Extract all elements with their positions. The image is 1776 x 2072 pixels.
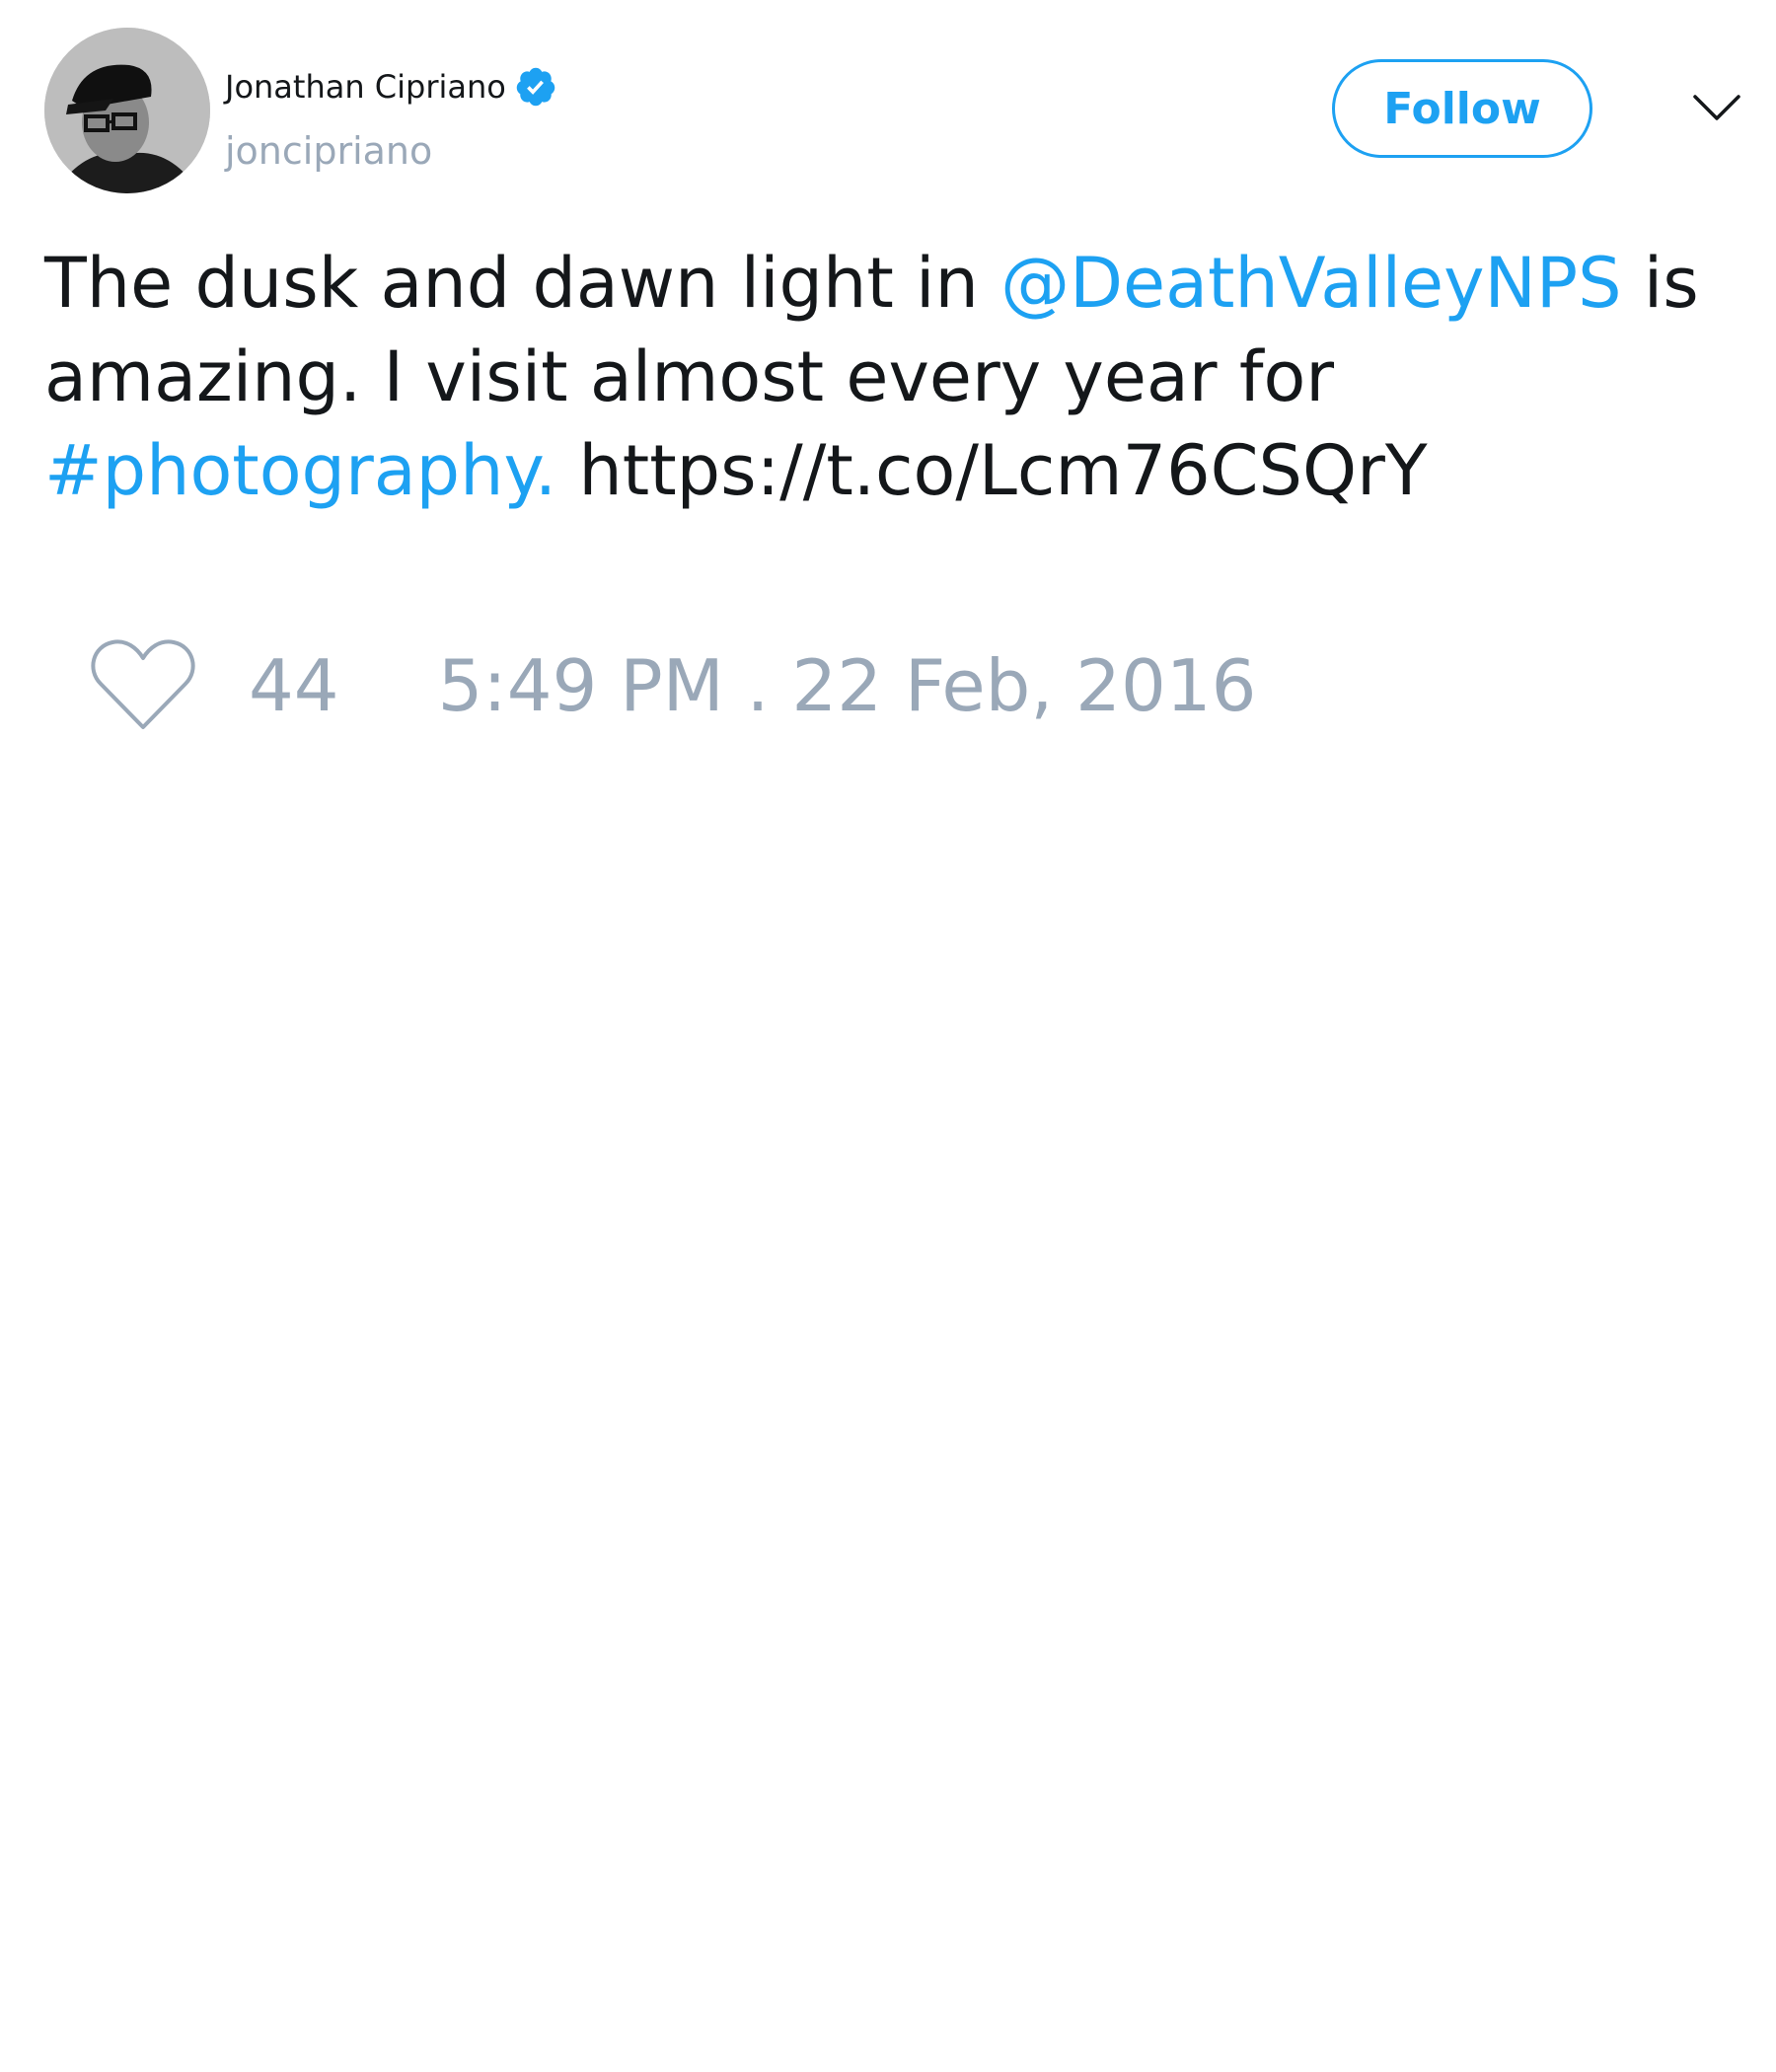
display-name-text: Jonathan Cipriano [225, 68, 506, 106]
tweet-meta: 44 5:49 PM . 22 Feb, 2016 [89, 631, 1256, 740]
tweet-url-link[interactable]: https://t.co/Lcm76CSQrY [578, 430, 1427, 511]
avatar[interactable] [44, 28, 210, 193]
like-count: 44 [249, 644, 339, 727]
avatar-image [44, 28, 210, 193]
tweet-card: Jonathan Cipriano joncipriano Follow The… [0, 0, 1776, 2072]
display-name[interactable]: Jonathan Cipriano [225, 65, 557, 109]
mention-link[interactable]: @DeathValleyNPS [1000, 243, 1621, 324]
heart-icon[interactable] [89, 636, 197, 735]
verified-badge-icon [516, 67, 555, 107]
follow-button[interactable]: Follow [1332, 59, 1592, 158]
tweet-text-part [556, 430, 578, 511]
hashtag-link[interactable]: #photography. [44, 430, 556, 511]
tweet-text-part: The dusk and dawn light in [44, 243, 1001, 324]
tweet-timestamp[interactable]: 5:49 PM . 22 Feb, 2016 [438, 644, 1257, 727]
user-handle[interactable]: joncipriano [225, 128, 432, 174]
tweet-text: The dusk and dawn light in @DeathValleyN… [44, 237, 1741, 518]
chevron-down-icon[interactable] [1691, 89, 1742, 128]
